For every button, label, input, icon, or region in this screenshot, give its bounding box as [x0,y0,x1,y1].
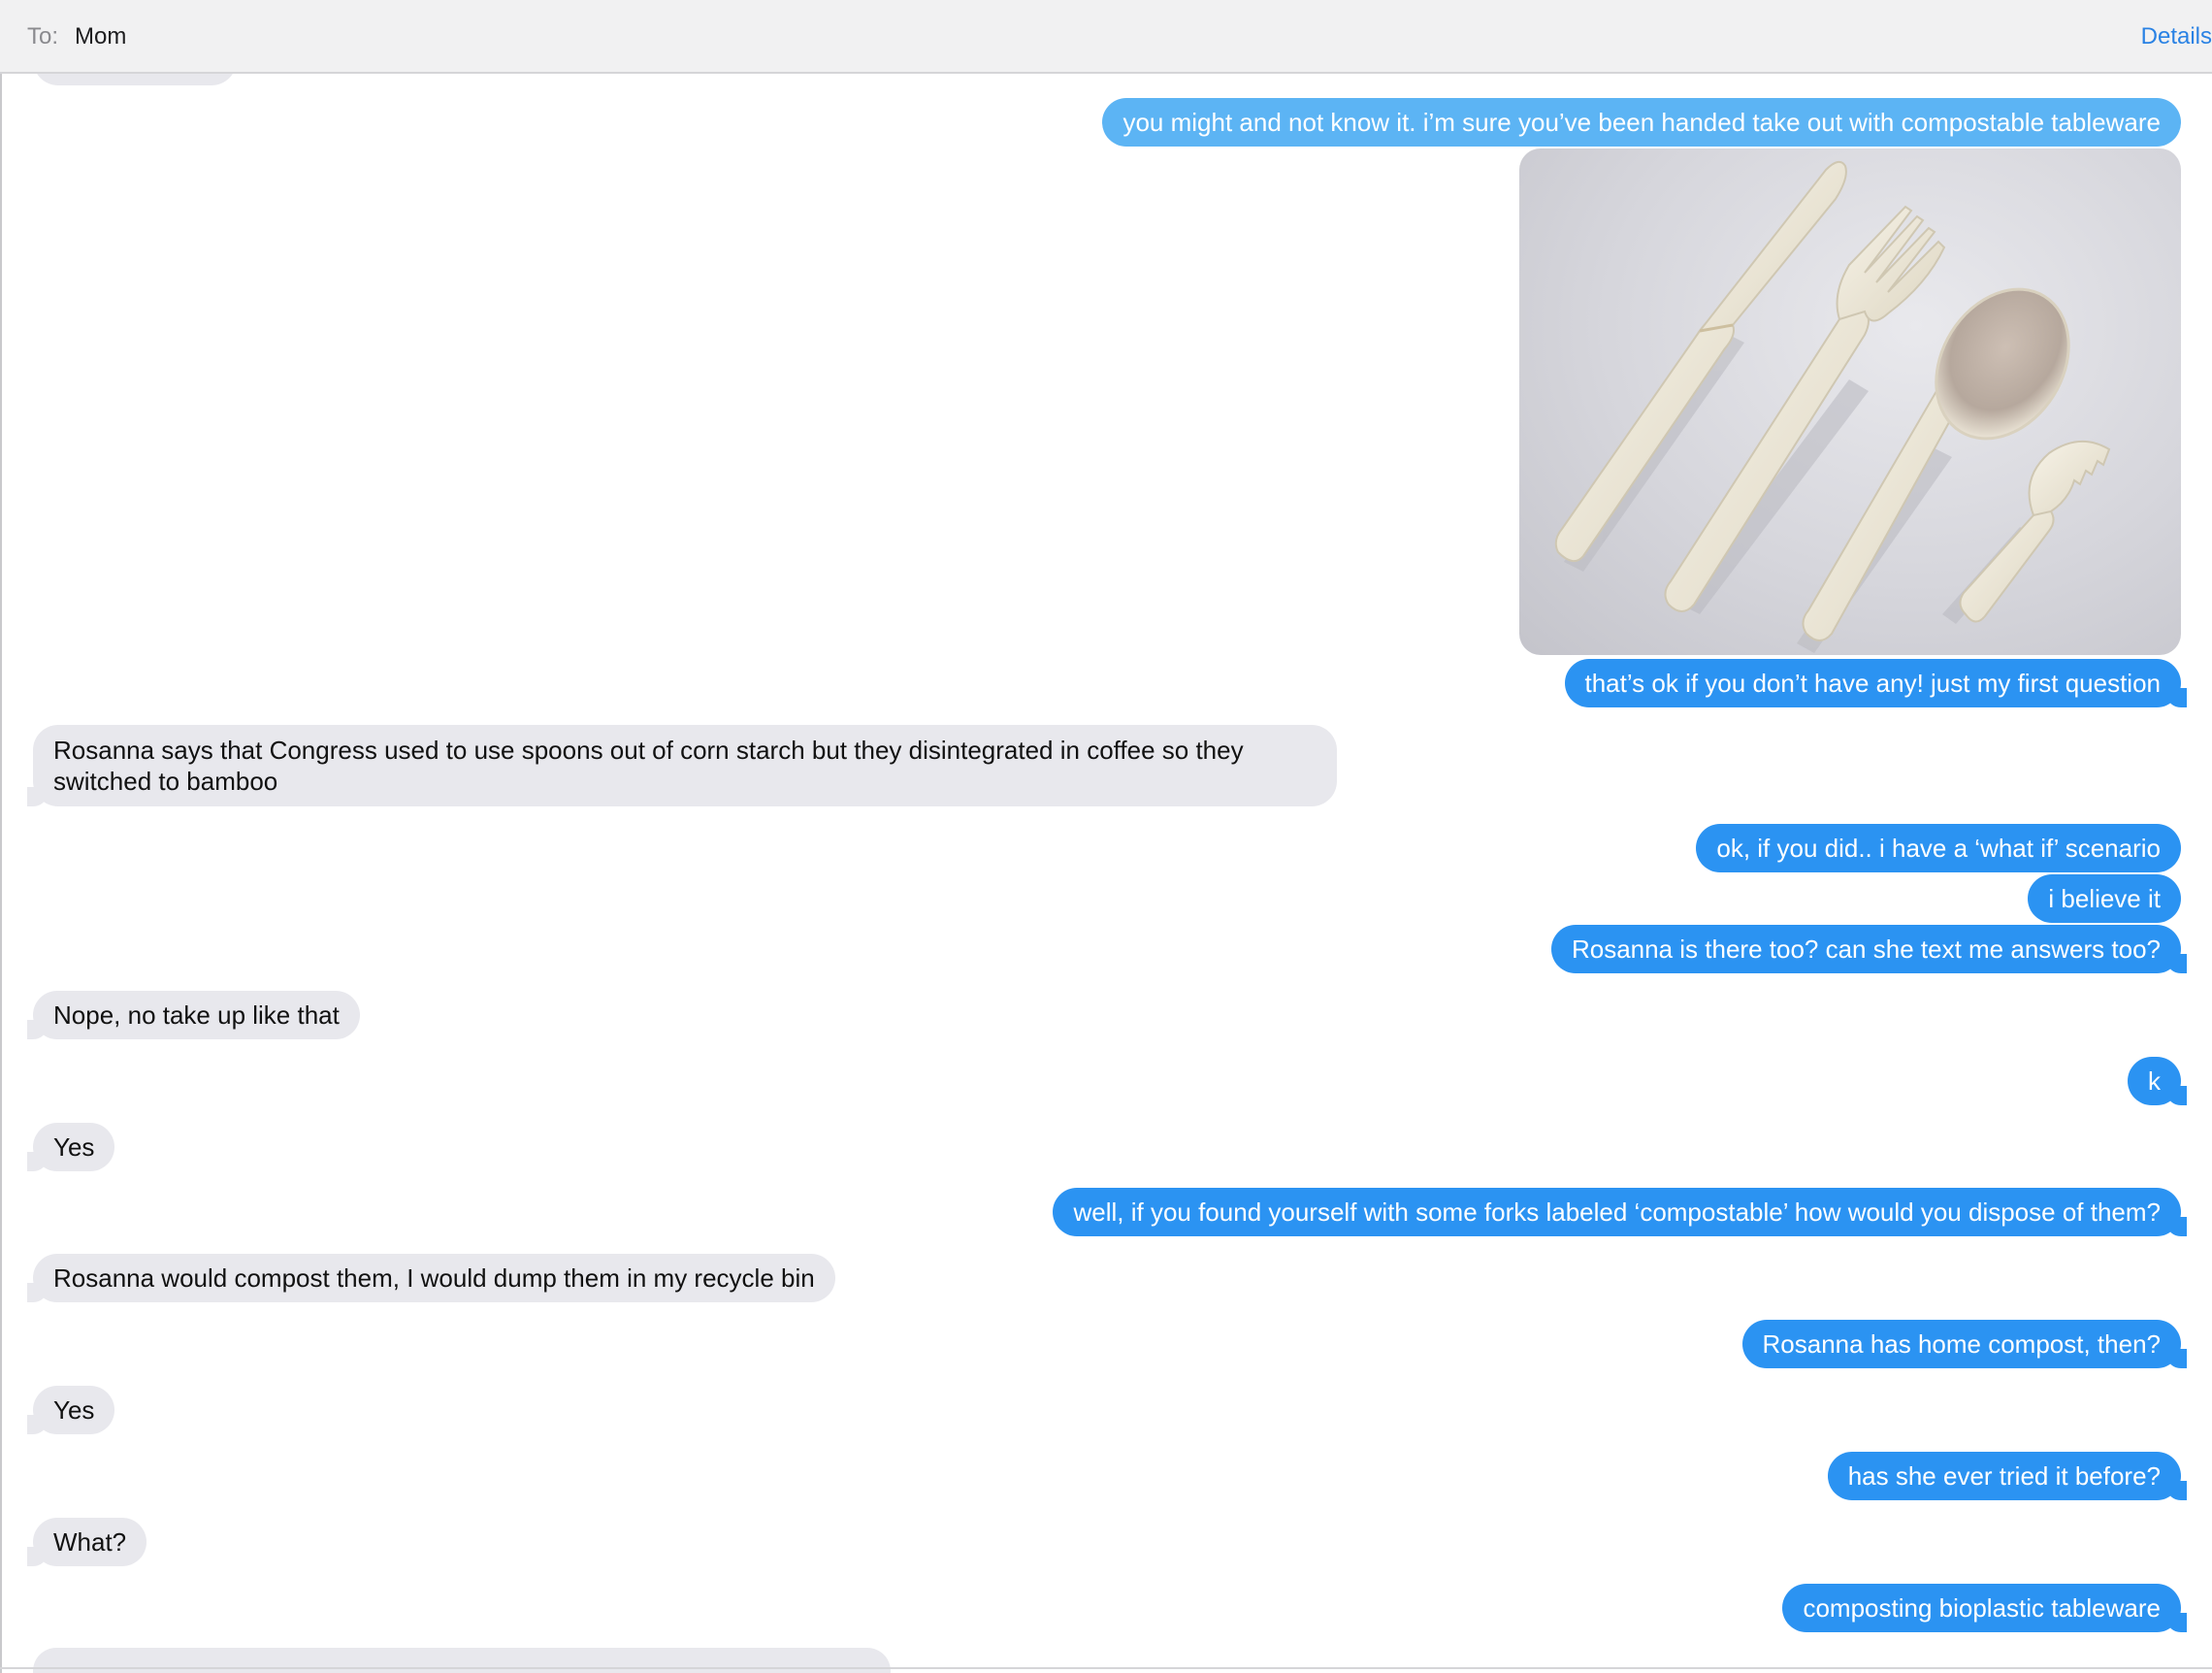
message-text: Rosanna says that Congress used to use s… [53,736,1244,796]
recipient-name[interactable]: Mom [75,23,126,50]
incoming-message[interactable]: Nope, no take up like that [27,991,360,1039]
message-text: Rosanna has home compost, then? [1762,1329,2161,1359]
outgoing-message[interactable]: ok, if you did.. i have a ‘what if’ scen… [1696,824,2181,872]
message-text: Rosanna would compost them, I would dump… [53,1263,815,1293]
message-text: i believe it [2048,884,2161,913]
outgoing-message[interactable]: i believe it [2028,874,2181,923]
compostable-cutlery-photo[interactable] [1519,148,2181,655]
window-bottom-edge [0,1667,2212,1669]
message-text: you might and not know it. i’m sure you’… [1122,108,2161,137]
incoming-message[interactable]: Rosanna says that Congress used to use s… [27,725,1337,806]
spork [1959,508,2055,623]
message-text: Yes [53,1395,95,1425]
message-text: Nope, no take up like that [53,1001,340,1030]
message-text: composting bioplastic tableware [1803,1593,2161,1623]
incoming-message[interactable]: Yes [26,1386,115,1434]
message-text: has she ever tried it before? [1847,1461,2161,1491]
message-text: Rosanna is there too? can she text me an… [1571,935,2161,964]
message-text: Yes [53,1132,95,1162]
message-text: that’s ok if you don’t have any! just my… [1584,669,2162,698]
message-header: To: Mom Details [0,0,2212,74]
incoming-message[interactable]: Yes [26,1123,115,1171]
outgoing-message[interactable]: Rosanna is there too? can she text me an… [1550,925,2188,973]
partial-incoming-bubble [33,74,237,85]
outgoing-message[interactable]: that’s ok if you don’t have any! just my… [1564,659,2187,707]
message-text: What? [53,1527,127,1557]
outgoing-message[interactable]: well, if you found yourself with some fo… [1053,1188,2187,1236]
partial-incoming-bubble [33,1648,891,1673]
message-text: well, if you found yourself with some fo… [1073,1197,2161,1227]
message-thread[interactable]: you might and not know it. i’m sure you’… [0,74,2212,1673]
incoming-message[interactable]: What? [26,1518,147,1566]
cutlery-image-icon [1554,160,2111,653]
outgoing-message[interactable]: has she ever tried it before? [1827,1452,2188,1500]
to-label: To: [27,23,59,49]
outgoing-message[interactable]: k [2128,1057,2187,1105]
incoming-message[interactable]: Rosanna would compost them, I would dump… [27,1254,835,1302]
outgoing-message[interactable]: Rosanna has home compost, then? [1741,1320,2188,1368]
details-button[interactable]: Details [2141,23,2212,50]
outgoing-message[interactable]: you might and not know it. i’m sure you’… [1102,98,2181,147]
outgoing-message[interactable]: composting bioplastic tableware [1782,1584,2187,1632]
message-text: k [2148,1066,2161,1096]
message-text: ok, if you did.. i have a ‘what if’ scen… [1716,834,2161,863]
